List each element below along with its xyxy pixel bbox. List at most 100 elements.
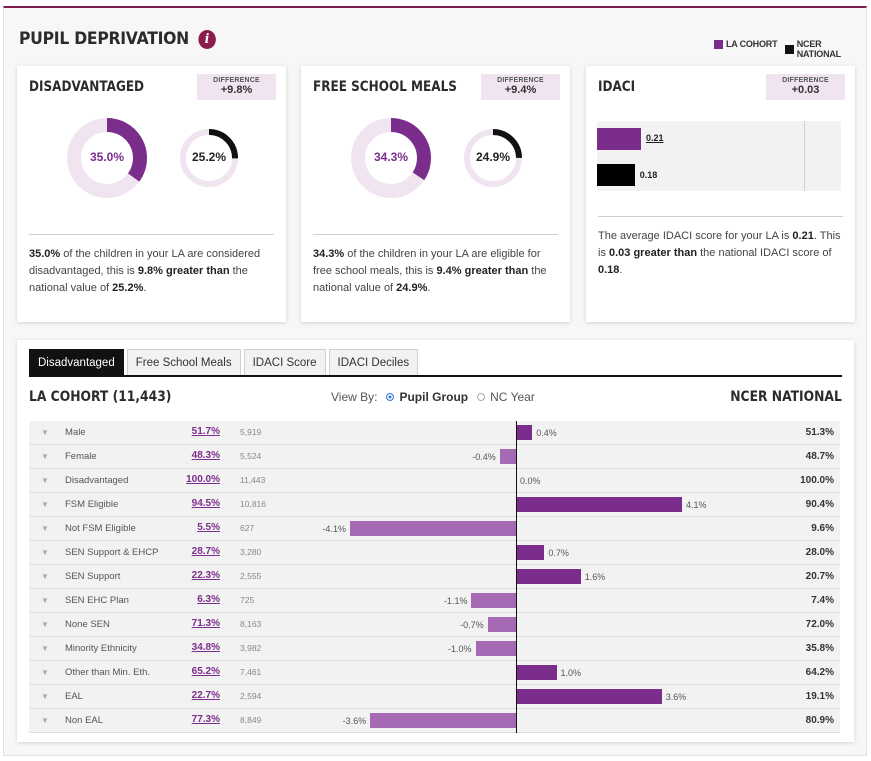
tab-free-school-meals[interactable]: Free School Meals <box>126 349 241 375</box>
difference-label: DIFFERENCE <box>782 77 829 84</box>
table-row: ▼ SEN Support 22.3% 2,555 1.6% 20.7% <box>29 565 840 589</box>
difference-label: -0.7% <box>460 620 484 630</box>
row-label: Other than Min. Eth. <box>65 667 151 678</box>
difference-bar <box>349 521 516 536</box>
row-label: Male <box>65 427 86 438</box>
disadvantaged-card: DISADVANTAGED DIFFERENCE +9.8% 35.0% 25.… <box>17 66 286 322</box>
table-row: ▼ Not FSM Eligible 5.5% 627 -4.1% 9.6% <box>29 517 840 541</box>
expand-caret-icon[interactable]: ▼ <box>41 428 49 437</box>
tab-idaci-deciles[interactable]: IDACI Deciles <box>328 349 419 375</box>
idaci-national-value: 0.18 <box>639 170 658 180</box>
difference-label: -1.0% <box>447 644 472 654</box>
la-count: 3,280 <box>240 547 262 557</box>
difference-label: -1.1% <box>443 596 468 606</box>
national-percent: 80.9% <box>805 715 834 726</box>
national-percent: 48.7% <box>805 451 834 462</box>
difference-label: -0.4% <box>472 452 496 462</box>
radio-unselected-icon <box>477 393 486 401</box>
expand-caret-icon[interactable]: ▼ <box>41 452 49 461</box>
row-label: Disadvantaged <box>65 475 129 486</box>
row-label: EAL <box>65 691 83 702</box>
la-count: 7,461 <box>240 667 262 677</box>
expand-caret-icon[interactable]: ▼ <box>41 620 49 629</box>
chart-zero-axis <box>516 421 517 733</box>
free-school-meals-card: FREE SCHOOL MEALS DIFFERENCE +9.4% 34.3%… <box>301 66 570 322</box>
legend-label: LA COHORT <box>726 39 778 49</box>
expand-caret-icon[interactable]: ▼ <box>41 716 49 725</box>
difference-value: +9.4% <box>504 84 537 96</box>
card-description: 35.0% of the children in your LA are con… <box>29 246 274 297</box>
difference-label: 1.0% <box>560 668 582 678</box>
la-percent-link[interactable]: 51.7% <box>192 426 220 437</box>
la-percent-link[interactable]: 77.3% <box>192 714 220 725</box>
la-percent-link[interactable]: 100.0% <box>186 474 220 485</box>
desc-comparison: 9.8% greater than <box>137 265 230 277</box>
expand-caret-icon[interactable]: ▼ <box>41 572 49 581</box>
desc-text: The average IDACI score for your LA is <box>598 230 793 242</box>
row-label: Not FSM Eligible <box>65 523 136 534</box>
desc-comparison: 0.03 greater than <box>609 247 698 259</box>
expand-caret-icon[interactable]: ▼ <box>41 500 49 509</box>
difference-bar <box>516 689 662 704</box>
row-label: SEN Support & EHCP <box>65 547 159 558</box>
card-title: FREE SCHOOL MEALS <box>313 79 457 95</box>
view-by-control: View By: Pupil Group NC Year <box>331 390 535 404</box>
difference-label: 1.6% <box>584 572 606 582</box>
expand-caret-icon[interactable]: ▼ <box>41 476 49 485</box>
la-count: 5,524 <box>240 451 262 461</box>
idaci-la-value[interactable]: 0.21 <box>646 133 664 143</box>
national-donut-value: 25.2% <box>191 150 227 164</box>
info-icon[interactable]: i <box>198 29 216 49</box>
table-row: ▼ FSM Eligible 94.5% 10,816 4.1% 90.4% <box>29 493 840 517</box>
la-donut-value: 35.0% <box>89 150 125 164</box>
difference-bar <box>516 545 545 560</box>
la-percent-link[interactable]: 48.3% <box>192 450 220 461</box>
idaci-la-bar <box>597 128 641 150</box>
table-row: ▼ Female 48.3% 5,524 -0.4% 48.7% <box>29 445 840 469</box>
row-label: None SEN <box>65 619 110 630</box>
expand-caret-icon[interactable]: ▼ <box>41 692 49 701</box>
radio-nc-year[interactable]: NC Year <box>477 390 535 404</box>
difference-bar <box>487 617 516 632</box>
la-count: 8,163 <box>240 619 262 629</box>
tab-disadvantaged[interactable]: Disadvantaged <box>29 349 124 375</box>
national-percent: 20.7% <box>805 571 834 582</box>
la-percent-link[interactable]: 71.3% <box>192 618 220 629</box>
national-percent: 7.4% <box>811 595 834 606</box>
national-percent: 90.4% <box>805 499 834 510</box>
la-percent-link[interactable]: 94.5% <box>192 498 220 509</box>
legend-swatch-la <box>714 39 723 49</box>
difference-bar <box>516 665 557 680</box>
national-donut-value: 24.9% <box>475 150 511 164</box>
expand-caret-icon[interactable]: ▼ <box>41 524 49 533</box>
radio-pupil-group[interactable]: Pupil Group <box>386 390 468 404</box>
la-percent-link[interactable]: 6.3% <box>197 594 220 605</box>
la-donut-value: 34.3% <box>373 150 409 164</box>
la-percent-link[interactable]: 34.8% <box>192 642 220 653</box>
row-label: Female <box>65 451 97 462</box>
difference-bar <box>516 569 581 584</box>
tab-bar: Disadvantaged Free School Meals IDACI Sc… <box>29 349 421 375</box>
desc-text: the national IDACI score of <box>697 247 832 259</box>
expand-caret-icon[interactable]: ▼ <box>41 668 49 677</box>
la-count: 10,816 <box>240 499 266 509</box>
idaci-national-bar <box>597 164 635 186</box>
desc-national-value: 24.9% <box>396 282 428 294</box>
table-row: ▼ Minority Ethnicity 34.8% 3,982 -1.0% 35.8% <box>29 637 840 661</box>
tab-idaci-score[interactable]: IDACI Score <box>243 349 326 375</box>
la-percent-link[interactable]: 65.2% <box>192 666 220 677</box>
expand-caret-icon[interactable]: ▼ <box>41 644 49 653</box>
table-row: ▼ Other than Min. Eth. 65.2% 7,461 1.0% 64.2% <box>29 661 840 685</box>
expand-caret-icon[interactable]: ▼ <box>41 596 49 605</box>
national-percent: 64.2% <box>805 667 834 678</box>
legend-la-cohort: LA COHORT <box>714 39 778 49</box>
la-percent-link[interactable]: 22.7% <box>192 690 220 701</box>
divider <box>598 216 843 217</box>
la-percent-link[interactable]: 5.5% <box>197 522 220 533</box>
tabs-underline <box>29 375 842 377</box>
la-percent-link[interactable]: 22.3% <box>192 570 220 581</box>
expand-caret-icon[interactable]: ▼ <box>41 548 49 557</box>
row-label: SEN Support <box>65 571 121 582</box>
la-percent-link[interactable]: 28.7% <box>192 546 220 557</box>
la-cohort-title: LA COHORT (11,443) <box>29 389 172 405</box>
